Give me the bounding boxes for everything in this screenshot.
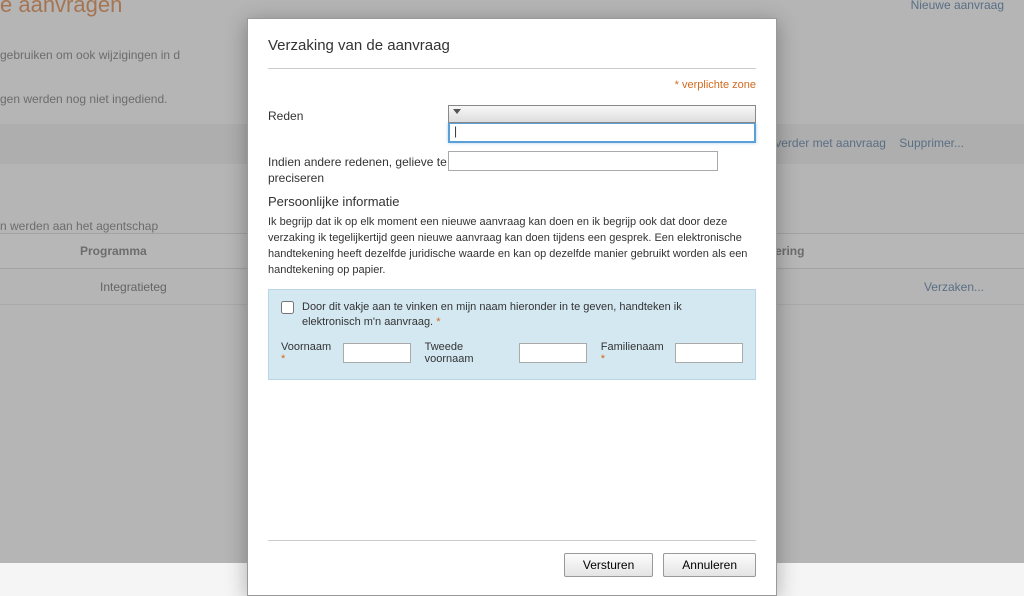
required-star: * bbox=[436, 316, 440, 328]
disclaimer-text: Ik begrijp dat ik op elk moment een nieu… bbox=[268, 215, 756, 279]
personal-info-heading: Persoonlijke informatie bbox=[268, 194, 756, 209]
middlename-input[interactable] bbox=[519, 343, 587, 363]
sign-checkbox[interactable] bbox=[281, 301, 294, 314]
renounce-request-modal: Verzaking van de aanvraag * verplichte z… bbox=[247, 18, 777, 596]
lastname-input[interactable] bbox=[675, 343, 743, 363]
specify-input[interactable] bbox=[448, 151, 718, 171]
modal-overlay: Verzaking van de aanvraag * verplichte z… bbox=[0, 0, 1024, 563]
reason-select[interactable] bbox=[448, 105, 756, 123]
reason-label: Reden bbox=[268, 105, 448, 125]
sign-consent-text: Door dit vakje aan te vinken en mijn naa… bbox=[302, 300, 743, 331]
submit-button[interactable]: Versturen bbox=[564, 553, 653, 577]
modal-title: Verzaking van de aanvraag bbox=[268, 37, 756, 54]
text-cursor: | bbox=[454, 124, 457, 138]
sign-consent-row: Door dit vakje aan te vinken en mijn naa… bbox=[281, 300, 743, 331]
name-row: Voornaam * Tweede voornaam Familienaam * bbox=[281, 341, 743, 365]
specify-label: Indien andere redenen, gelieve te precis… bbox=[268, 151, 448, 186]
firstname-input[interactable] bbox=[343, 343, 411, 363]
firstname-label: Voornaam * bbox=[281, 341, 337, 365]
divider bbox=[268, 68, 756, 69]
reason-row: Reden | bbox=[268, 105, 756, 143]
reason-select-dropdown[interactable]: | bbox=[448, 123, 756, 143]
chevron-down-icon bbox=[453, 109, 461, 114]
middlename-label: Tweede voornaam bbox=[425, 341, 513, 365]
specify-row: Indien andere redenen, gelieve te precis… bbox=[268, 151, 756, 186]
cancel-button[interactable]: Annuleren bbox=[663, 553, 756, 577]
lastname-group: Familienaam * bbox=[601, 341, 743, 365]
firstname-group: Voornaam * bbox=[281, 341, 411, 365]
required-note: * verplichte zone bbox=[268, 79, 756, 91]
reason-select-wrapper: | bbox=[448, 105, 756, 143]
lastname-label: Familienaam * bbox=[601, 341, 669, 365]
modal-footer: Versturen Annuleren bbox=[268, 540, 756, 577]
middlename-group: Tweede voornaam bbox=[425, 341, 587, 365]
signature-panel: Door dit vakje aan te vinken en mijn naa… bbox=[268, 289, 756, 380]
